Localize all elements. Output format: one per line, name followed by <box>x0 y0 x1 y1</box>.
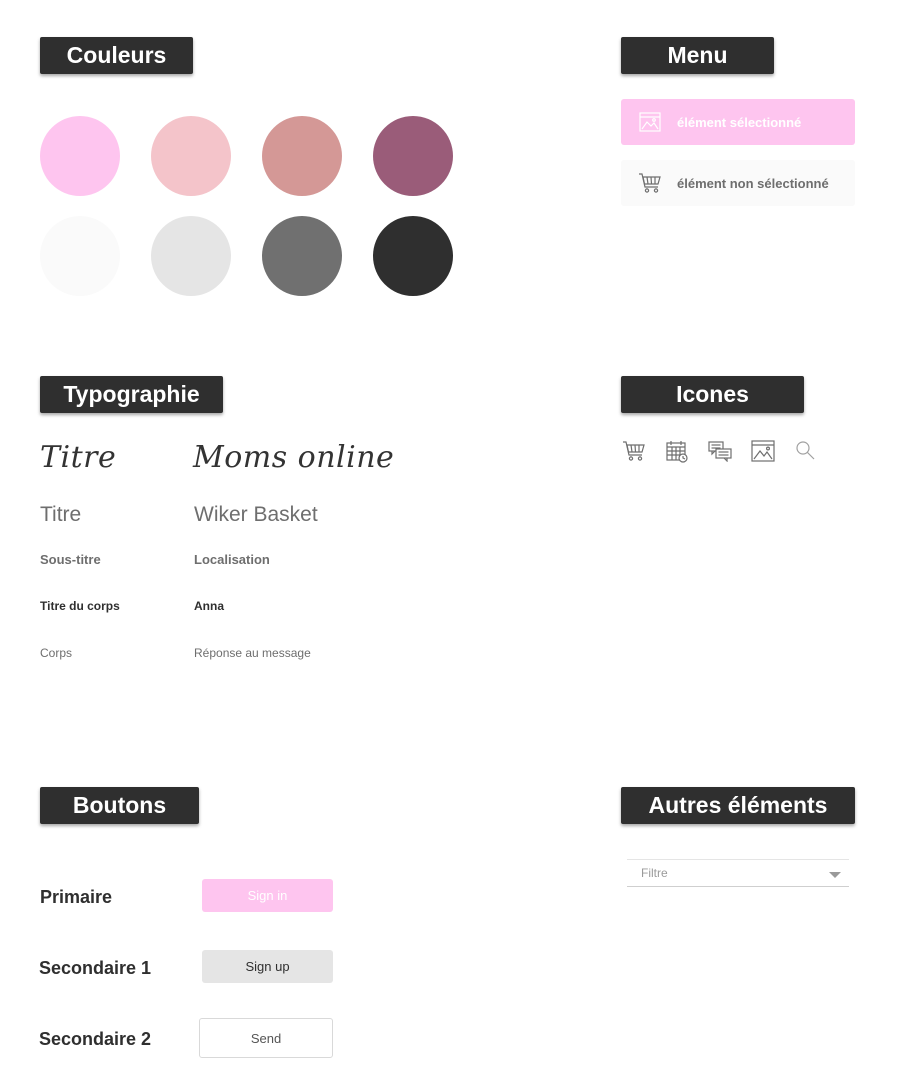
color-swatch <box>373 216 453 296</box>
menu-item-label: élément sélectionné <box>677 114 802 130</box>
color-swatch <box>151 216 231 296</box>
chat-icon <box>707 438 733 464</box>
section-title-boutons: Boutons <box>40 787 199 824</box>
chevron-down-icon <box>829 872 841 878</box>
section-title-couleurs: Couleurs <box>40 37 193 74</box>
icon-set <box>621 438 819 464</box>
section-title-icones: Icones <box>621 376 804 413</box>
section-title-typographie: Typographie <box>40 376 223 413</box>
color-swatch <box>40 216 120 296</box>
secondary1-button-label: Secondaire 1 <box>39 958 152 978</box>
filter-placeholder: Filtre <box>641 866 668 880</box>
section-title-autres: Autres éléments <box>621 787 855 824</box>
script-title-sample: Titre <box>40 440 117 475</box>
cart-icon <box>637 171 663 195</box>
color-swatch <box>262 116 342 196</box>
image-icon <box>637 110 663 134</box>
title-example: Wiker Basket <box>194 503 318 526</box>
subtitle-example: Localisation <box>194 552 270 567</box>
subtitle-sample: Sous-titre <box>40 552 101 567</box>
menu-item-unselected[interactable]: élément non sélectionné <box>621 160 855 206</box>
menu-item-label: élément non sélectionné <box>677 175 829 191</box>
calendar-icon <box>664 438 690 464</box>
color-swatch <box>373 116 453 196</box>
sign-up-button[interactable]: Sign up <box>202 950 333 983</box>
secondary2-button-label: Secondaire 2 <box>39 1029 152 1049</box>
title-sample: Titre <box>40 503 82 526</box>
menu-item-selected[interactable]: élément sélectionné <box>621 99 855 145</box>
body-title-sample: Titre du corps <box>40 599 120 613</box>
color-swatch <box>262 216 342 296</box>
body-sample: Corps <box>40 646 73 660</box>
section-title-menu: Menu <box>621 37 774 74</box>
primary-button-label: Primaire <box>40 887 113 907</box>
cart-icon <box>621 438 647 464</box>
color-swatch <box>151 116 231 196</box>
body-title-example: Anna <box>194 599 224 613</box>
sign-in-button[interactable]: Sign in <box>202 879 333 912</box>
script-brand-sample: Moms online <box>193 440 395 475</box>
send-button[interactable]: Send <box>199 1018 333 1058</box>
color-swatch <box>40 116 120 196</box>
body-example: Réponse au message <box>194 646 311 660</box>
search-icon <box>793 438 819 464</box>
filter-dropdown[interactable]: Filtre <box>627 859 849 887</box>
image-icon <box>750 438 776 464</box>
